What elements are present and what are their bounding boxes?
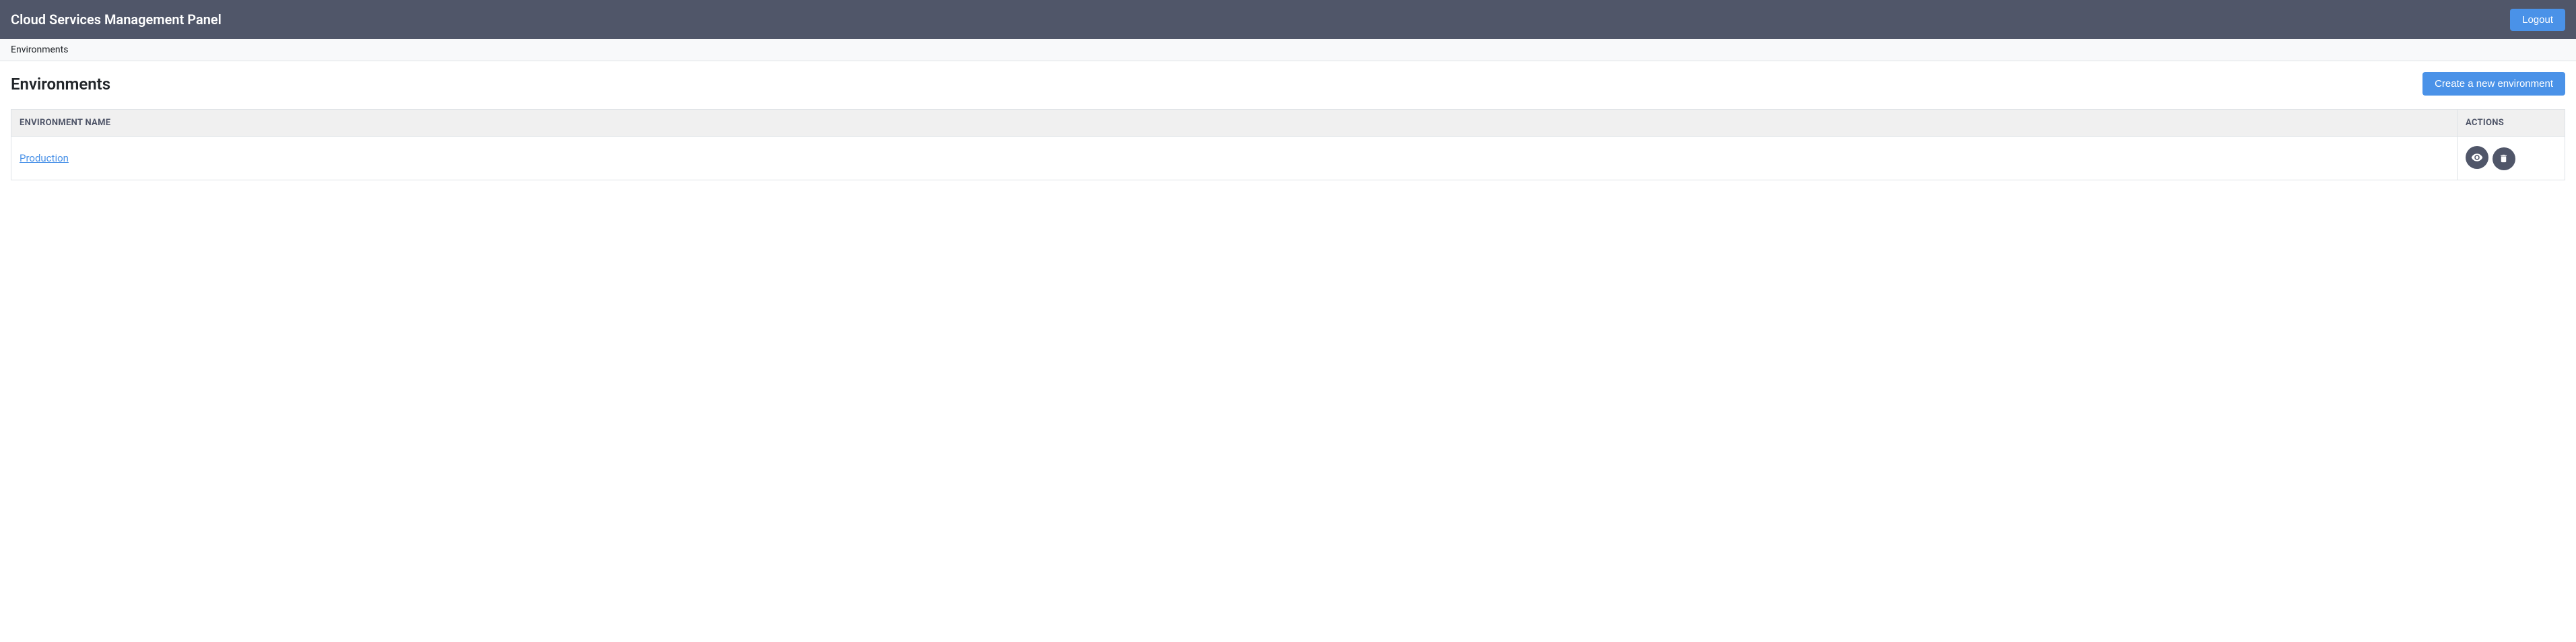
actions-cell <box>2458 137 2565 180</box>
column-header-actions: Actions <box>2458 110 2565 137</box>
delete-environment-button[interactable] <box>2493 147 2515 170</box>
environment-link[interactable]: Production <box>20 152 69 164</box>
column-header-name: Environment Name <box>11 110 2458 137</box>
breadcrumb-current: Environments <box>11 44 68 55</box>
page-title: Environments <box>11 75 110 94</box>
environment-name-cell: Production <box>11 137 2458 180</box>
breadcrumb: Environments <box>0 39 2576 61</box>
app-header: Cloud Services Management Panel Logout <box>0 0 2576 39</box>
main-content: Environments Create a new environment En… <box>0 61 2576 191</box>
view-environment-button[interactable] <box>2466 146 2488 169</box>
table-row: Production <box>11 137 2565 180</box>
environments-table: Environment Name Actions Production <box>11 109 2565 180</box>
app-title: Cloud Services Management Panel <box>11 11 222 28</box>
trash-icon <box>2499 153 2509 164</box>
logout-button[interactable]: Logout <box>2510 9 2565 31</box>
page-header: Environments Create a new environment <box>11 72 2565 96</box>
eye-icon <box>2471 151 2483 164</box>
create-environment-button[interactable]: Create a new environment <box>2422 72 2565 96</box>
